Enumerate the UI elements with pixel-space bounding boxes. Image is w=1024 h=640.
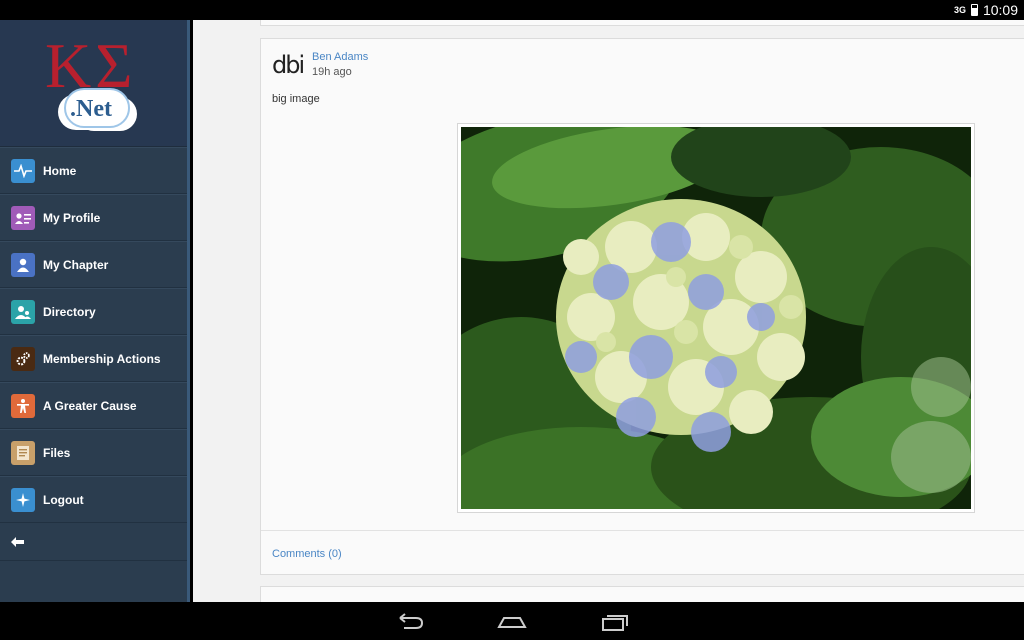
sidebar-item-label: Directory [43, 304, 96, 319]
post-card: dbi Ben Adams 19h ago big image Comments… [260, 38, 1024, 575]
sidebar-item-directory[interactable]: Directory [0, 288, 187, 335]
sidebar-item-my-chapter[interactable]: My Chapter [0, 241, 187, 288]
sidebar-item-home[interactable]: Home [0, 147, 187, 194]
post-image[interactable] [457, 123, 975, 513]
post-body-text: big image [272, 93, 320, 105]
sidebar-item-my-profile[interactable]: My Profile [0, 194, 187, 241]
sidebar-item-files[interactable]: Files [0, 429, 187, 476]
compass-icon [11, 487, 35, 512]
people-icon [11, 299, 35, 324]
sidebar-item-label: Logout [43, 492, 84, 507]
post-meta: Ben Adams 19h ago [312, 51, 368, 79]
sidebar-item-label: Files [43, 445, 71, 460]
gears-icon [11, 346, 35, 371]
sidebar: ΚΣ .Net Home My Profile My Chapter Direc… [0, 20, 190, 602]
logo-net-text: .Net [70, 96, 112, 122]
feed-area[interactable]: dbi Ben Adams 19h ago big image Comments… [193, 20, 1024, 602]
home-button[interactable] [496, 610, 528, 632]
sidebar-item-label: Membership Actions [43, 351, 161, 366]
post-header: dbi Ben Adams 19h ago [272, 51, 368, 79]
sidebar-item-label: Home [43, 163, 77, 178]
figure-icon [11, 393, 35, 418]
person-icon [11, 252, 35, 277]
sidebar-item-logout[interactable]: Logout [0, 476, 187, 523]
signal-icon: 3G [953, 5, 966, 15]
comments-link[interactable]: Comments (0) [272, 548, 342, 560]
recent-apps-button[interactable] [599, 610, 631, 632]
app-logo: ΚΣ .Net [0, 20, 187, 147]
post-timestamp: 19h ago [312, 66, 352, 78]
back-arrow-icon [399, 613, 424, 629]
hydrangea-photo [461, 127, 971, 509]
previous-post-card [260, 20, 1024, 26]
sidebar-item-label: A Greater Cause [43, 398, 137, 413]
collapse-sidebar-button[interactable] [0, 523, 187, 561]
status-icons: 3G 10:09 [954, 0, 1018, 20]
avatar[interactable]: dbi [272, 51, 308, 79]
sidebar-item-a-greater-cause[interactable]: A Greater Cause [0, 382, 187, 429]
sidebar-item-label: My Profile [43, 210, 101, 225]
recent-apps-icon [602, 615, 628, 631]
document-icon [11, 440, 35, 465]
status-time: 10:09 [982, 2, 1018, 18]
next-post-card [260, 586, 1024, 602]
sidebar-item-label: My Chapter [43, 257, 109, 272]
pulse-icon [11, 158, 35, 183]
author-link[interactable]: Ben Adams [312, 51, 368, 63]
sidebar-item-membership-actions[interactable]: Membership Actions [0, 335, 187, 382]
status-bar: 3G 10:09 [0, 0, 1024, 20]
profile-card-icon [11, 205, 35, 230]
back-button[interactable] [394, 610, 426, 632]
battery-icon [970, 4, 978, 16]
system-nav-bar [0, 602, 1024, 640]
arrow-left-icon [11, 534, 25, 550]
post-divider [261, 530, 1024, 531]
home-icon [497, 617, 527, 628]
